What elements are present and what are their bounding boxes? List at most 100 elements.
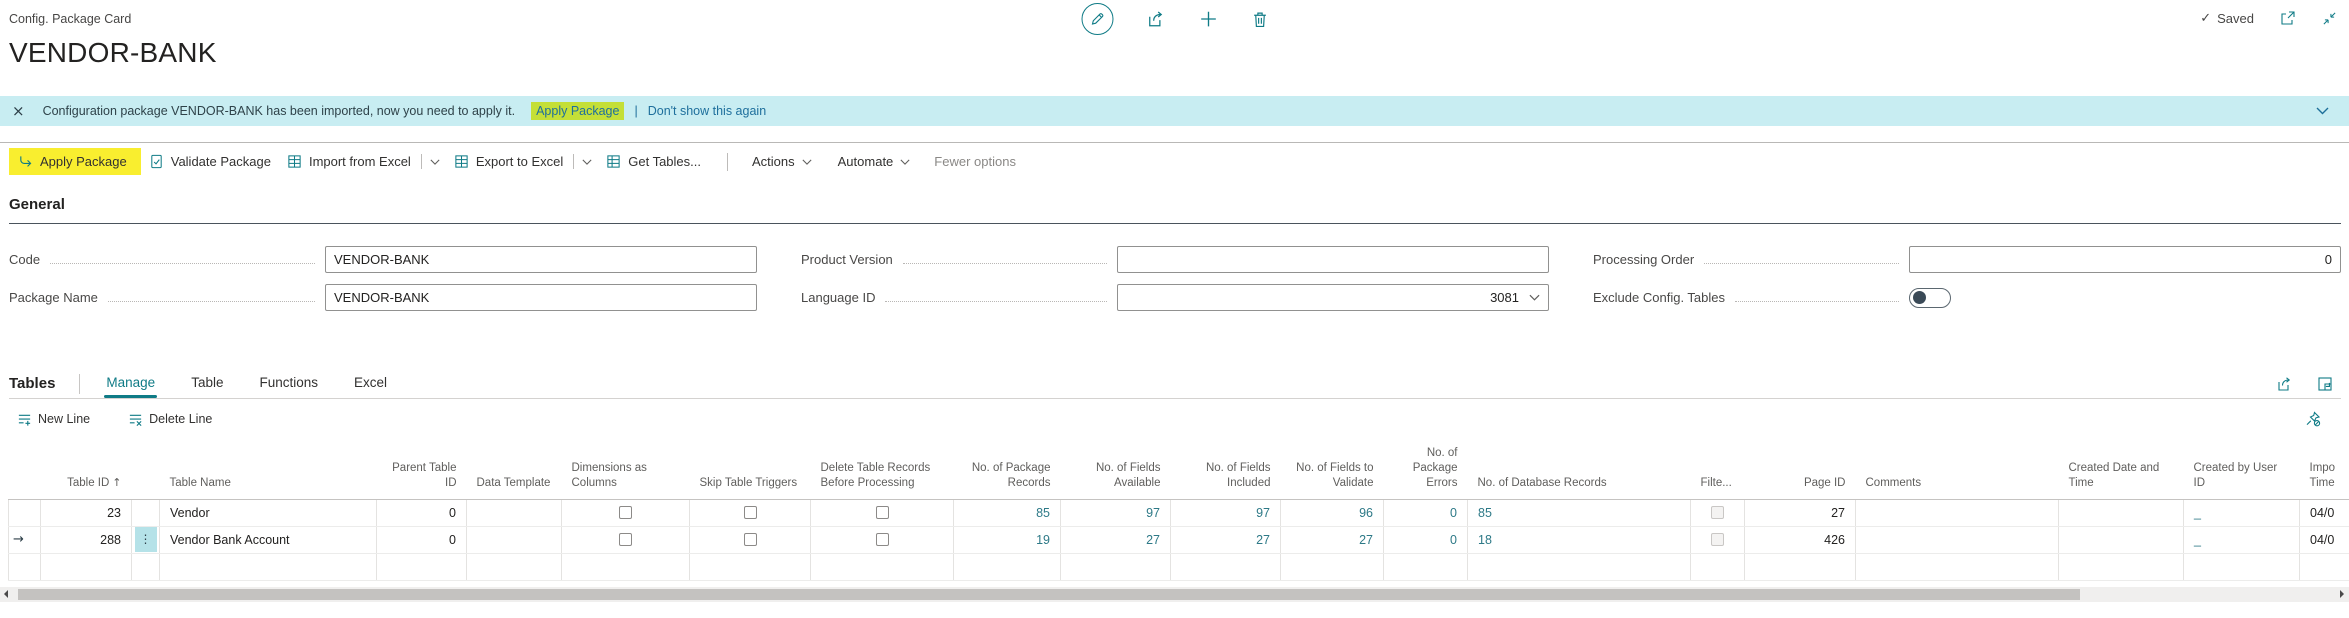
delete-table-records-checkbox[interactable] bbox=[876, 506, 889, 519]
col-created-date-and-time[interactable]: Created Date and Time bbox=[2059, 439, 2184, 499]
dimensions-as-columns-checkbox[interactable] bbox=[619, 506, 632, 519]
row-selector-cell[interactable] bbox=[9, 499, 41, 526]
no-of-fields-included-cell[interactable]: 27 bbox=[1171, 526, 1281, 553]
no-of-package-records-cell[interactable]: 85 bbox=[954, 499, 1061, 526]
export-to-excel-button[interactable]: Export to Excel bbox=[446, 149, 571, 174]
col-skip-table-triggers[interactable]: Skip Table Triggers bbox=[690, 439, 811, 499]
col-no-of-fields-to-validate[interactable]: No. of Fields to Validate bbox=[1281, 439, 1384, 499]
col-table-id[interactable]: Table ID↑ bbox=[41, 439, 132, 499]
language-id-input[interactable]: 3081 bbox=[1117, 284, 1549, 311]
comments-cell[interactable] bbox=[1856, 526, 2059, 553]
comments-cell[interactable] bbox=[1856, 499, 2059, 526]
col-filtered[interactable]: Filte... bbox=[1691, 439, 1745, 499]
apply-package-button[interactable]: Apply Package bbox=[9, 148, 141, 175]
export-to-excel-dropdown[interactable] bbox=[576, 154, 598, 170]
no-of-fields-included-cell[interactable]: 97 bbox=[1171, 499, 1281, 526]
open-in-new-window-button[interactable] bbox=[2280, 10, 2296, 26]
dont-show-again-link[interactable]: Don't show this again bbox=[648, 104, 766, 118]
fewer-options-button[interactable]: Fewer options bbox=[926, 149, 1024, 174]
col-no-of-database-records[interactable]: No. of Database Records bbox=[1468, 439, 1691, 499]
data-template-cell[interactable] bbox=[467, 526, 562, 553]
table-name-cell[interactable]: Vendor Bank Account bbox=[160, 526, 377, 553]
col-comments[interactable]: Comments bbox=[1856, 439, 2059, 499]
tables-section-heading[interactable]: Tables bbox=[9, 375, 55, 392]
no-of-package-records-cell[interactable]: 19 bbox=[954, 526, 1061, 553]
chevron-down-icon[interactable] bbox=[1529, 294, 1540, 301]
col-parent-table-id[interactable]: Parent Table ID bbox=[377, 439, 467, 499]
get-tables-button[interactable]: Get Tables... bbox=[598, 149, 709, 174]
actions-menu-button[interactable]: Actions bbox=[744, 149, 820, 174]
created-date-and-time-cell[interactable] bbox=[2059, 499, 2184, 526]
collapse-button[interactable] bbox=[2322, 11, 2337, 26]
package-name-input[interactable] bbox=[325, 284, 757, 311]
col-dimensions-as-columns[interactable]: Dimensions as Columns bbox=[562, 439, 690, 499]
close-icon[interactable]: × bbox=[12, 104, 25, 119]
col-no-of-package-errors[interactable]: No. of Package Errors bbox=[1384, 439, 1468, 499]
col-imported-time[interactable]: Impo Time bbox=[2300, 439, 2349, 499]
automate-menu-button[interactable]: Automate bbox=[830, 149, 919, 174]
no-of-fields-available-cell[interactable]: 97 bbox=[1061, 499, 1171, 526]
col-no-of-fields-included[interactable]: No. of Fields Included bbox=[1171, 439, 1281, 499]
code-input[interactable] bbox=[325, 246, 757, 273]
skip-table-triggers-checkbox[interactable] bbox=[744, 506, 757, 519]
validate-package-button[interactable]: Validate Package bbox=[141, 149, 279, 174]
table-id-cell[interactable]: 288 bbox=[41, 526, 132, 553]
delete-line-button[interactable]: Delete Line bbox=[120, 407, 220, 432]
tab-manage[interactable]: Manage bbox=[104, 371, 157, 398]
unpin-button[interactable] bbox=[2305, 411, 2321, 427]
scroll-right-arrow-icon[interactable] bbox=[2340, 590, 2344, 598]
col-page-id[interactable]: Page ID bbox=[1745, 439, 1856, 499]
table-name-cell[interactable]: Vendor bbox=[160, 499, 377, 526]
scrollbar-thumb[interactable] bbox=[18, 589, 2080, 600]
dimensions-as-columns-checkbox[interactable] bbox=[619, 533, 632, 546]
col-table-name[interactable]: Table Name bbox=[160, 439, 377, 499]
row-selector-cell[interactable]: → bbox=[9, 526, 41, 553]
col-delete-table-records[interactable]: Delete Table Records Before Processing bbox=[811, 439, 954, 499]
page-id-cell[interactable]: 426 bbox=[1745, 526, 1856, 553]
col-data-template[interactable]: Data Template bbox=[467, 439, 562, 499]
new-button[interactable] bbox=[1199, 10, 1217, 28]
imported-time-cell[interactable]: 04/0 bbox=[2300, 526, 2349, 553]
general-section-heading[interactable]: General bbox=[9, 196, 2341, 224]
no-of-fields-available-cell[interactable]: 27 bbox=[1061, 526, 1171, 553]
horizontal-scrollbar[interactable] bbox=[0, 587, 2349, 602]
created-by-user-id-cell[interactable]: _ bbox=[2184, 499, 2300, 526]
tab-excel[interactable]: Excel bbox=[352, 371, 389, 398]
share-button[interactable] bbox=[1147, 10, 1165, 28]
tab-table[interactable]: Table bbox=[189, 371, 225, 398]
banner-chevron-down-icon[interactable] bbox=[2316, 107, 2329, 115]
col-no-of-fields-available[interactable]: No. of Fields Available bbox=[1061, 439, 1171, 499]
imported-time-cell[interactable]: 04/0 bbox=[2300, 499, 2349, 526]
parent-table-id-cell[interactable]: 0 bbox=[377, 526, 467, 553]
new-line-button[interactable]: New Line bbox=[9, 407, 98, 432]
import-from-excel-dropdown[interactable] bbox=[424, 154, 446, 170]
no-of-package-errors-cell[interactable]: 0 bbox=[1384, 526, 1468, 553]
edit-button[interactable] bbox=[1081, 3, 1113, 35]
delete-button[interactable] bbox=[1251, 11, 1268, 28]
data-template-cell[interactable] bbox=[467, 499, 562, 526]
no-of-fields-to-validate-cell[interactable]: 27 bbox=[1281, 526, 1384, 553]
product-version-input[interactable] bbox=[1117, 246, 1549, 273]
expand-part-button[interactable] bbox=[2317, 376, 2333, 392]
no-of-database-records-cell[interactable]: 85 bbox=[1468, 499, 1691, 526]
skip-table-triggers-checkbox[interactable] bbox=[744, 533, 757, 546]
no-of-fields-to-validate-cell[interactable]: 96 bbox=[1281, 499, 1384, 526]
parent-table-id-cell[interactable]: 0 bbox=[377, 499, 467, 526]
created-date-and-time-cell[interactable] bbox=[2059, 526, 2184, 553]
page-id-cell[interactable]: 27 bbox=[1745, 499, 1856, 526]
no-of-database-records-cell[interactable]: 18 bbox=[1468, 526, 1691, 553]
import-from-excel-button[interactable]: Import from Excel bbox=[279, 149, 419, 174]
table-id-cell[interactable]: 23 bbox=[41, 499, 132, 526]
col-created-by-user-id[interactable]: Created by User ID bbox=[2184, 439, 2300, 499]
scroll-left-arrow-icon[interactable] bbox=[4, 590, 8, 598]
col-no-of-package-records[interactable]: No. of Package Records bbox=[954, 439, 1061, 499]
row-menu-button[interactable]: ⋮ bbox=[135, 527, 157, 552]
created-by-user-id-cell[interactable]: _ bbox=[2184, 526, 2300, 553]
apply-package-link[interactable]: Apply Package bbox=[531, 102, 624, 120]
delete-table-records-checkbox[interactable] bbox=[876, 533, 889, 546]
share-part-button[interactable] bbox=[2277, 376, 2293, 392]
no-of-package-errors-cell[interactable]: 0 bbox=[1384, 499, 1468, 526]
processing-order-input[interactable] bbox=[1909, 246, 2341, 273]
tab-functions[interactable]: Functions bbox=[257, 371, 320, 398]
exclude-config-tables-toggle[interactable] bbox=[1909, 288, 1951, 308]
